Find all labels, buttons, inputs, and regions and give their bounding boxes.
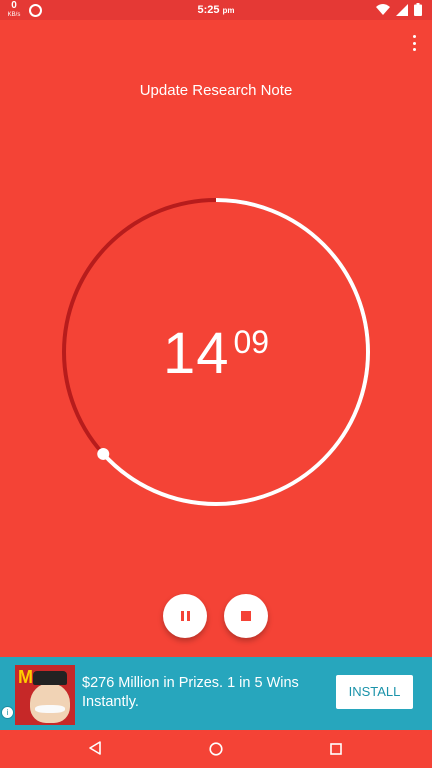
signal-icon: [396, 3, 408, 16]
back-icon[interactable]: [88, 741, 102, 755]
ad-mascot-mustache: [35, 705, 65, 713]
pause-icon: [180, 611, 190, 621]
ad-mascot-face: [30, 683, 70, 723]
ad-text[interactable]: $276 Million in Prizes. 1 in 5 Wins Inst…: [82, 674, 322, 712]
progress-knob[interactable]: [97, 447, 110, 460]
timer-minutes: 14: [162, 321, 230, 386]
navigation-bar: [0, 730, 432, 768]
task-title[interactable]: Update Research Note: [0, 82, 432, 99]
home-icon[interactable]: [209, 742, 223, 756]
battery-icon: [414, 3, 422, 16]
wifi-icon: [376, 3, 390, 15]
more-vertical-icon[interactable]: [410, 35, 418, 51]
status-time-suffix: pm: [222, 6, 235, 15]
ad-image[interactable]: M: [15, 665, 75, 725]
pause-button[interactable]: [163, 594, 207, 638]
status-time: 5:25 pm: [0, 4, 432, 16]
ad-mascot-hat: [33, 671, 67, 685]
recents-icon[interactable]: [330, 743, 342, 755]
stop-button[interactable]: [224, 594, 268, 638]
ad-install-button[interactable]: INSTALL: [336, 675, 413, 709]
status-time-value: 5:25: [197, 4, 220, 16]
timer-readout: 14 09: [0, 320, 432, 387]
ad-brand-logo: M: [18, 667, 33, 687]
status-icons: [376, 3, 422, 16]
timer-seconds: 09: [233, 324, 270, 360]
status-bar: 0 KB/s 5:25 pm: [0, 0, 432, 20]
stop-icon: [241, 611, 251, 621]
ad-info-icon[interactable]: i: [1, 706, 14, 719]
